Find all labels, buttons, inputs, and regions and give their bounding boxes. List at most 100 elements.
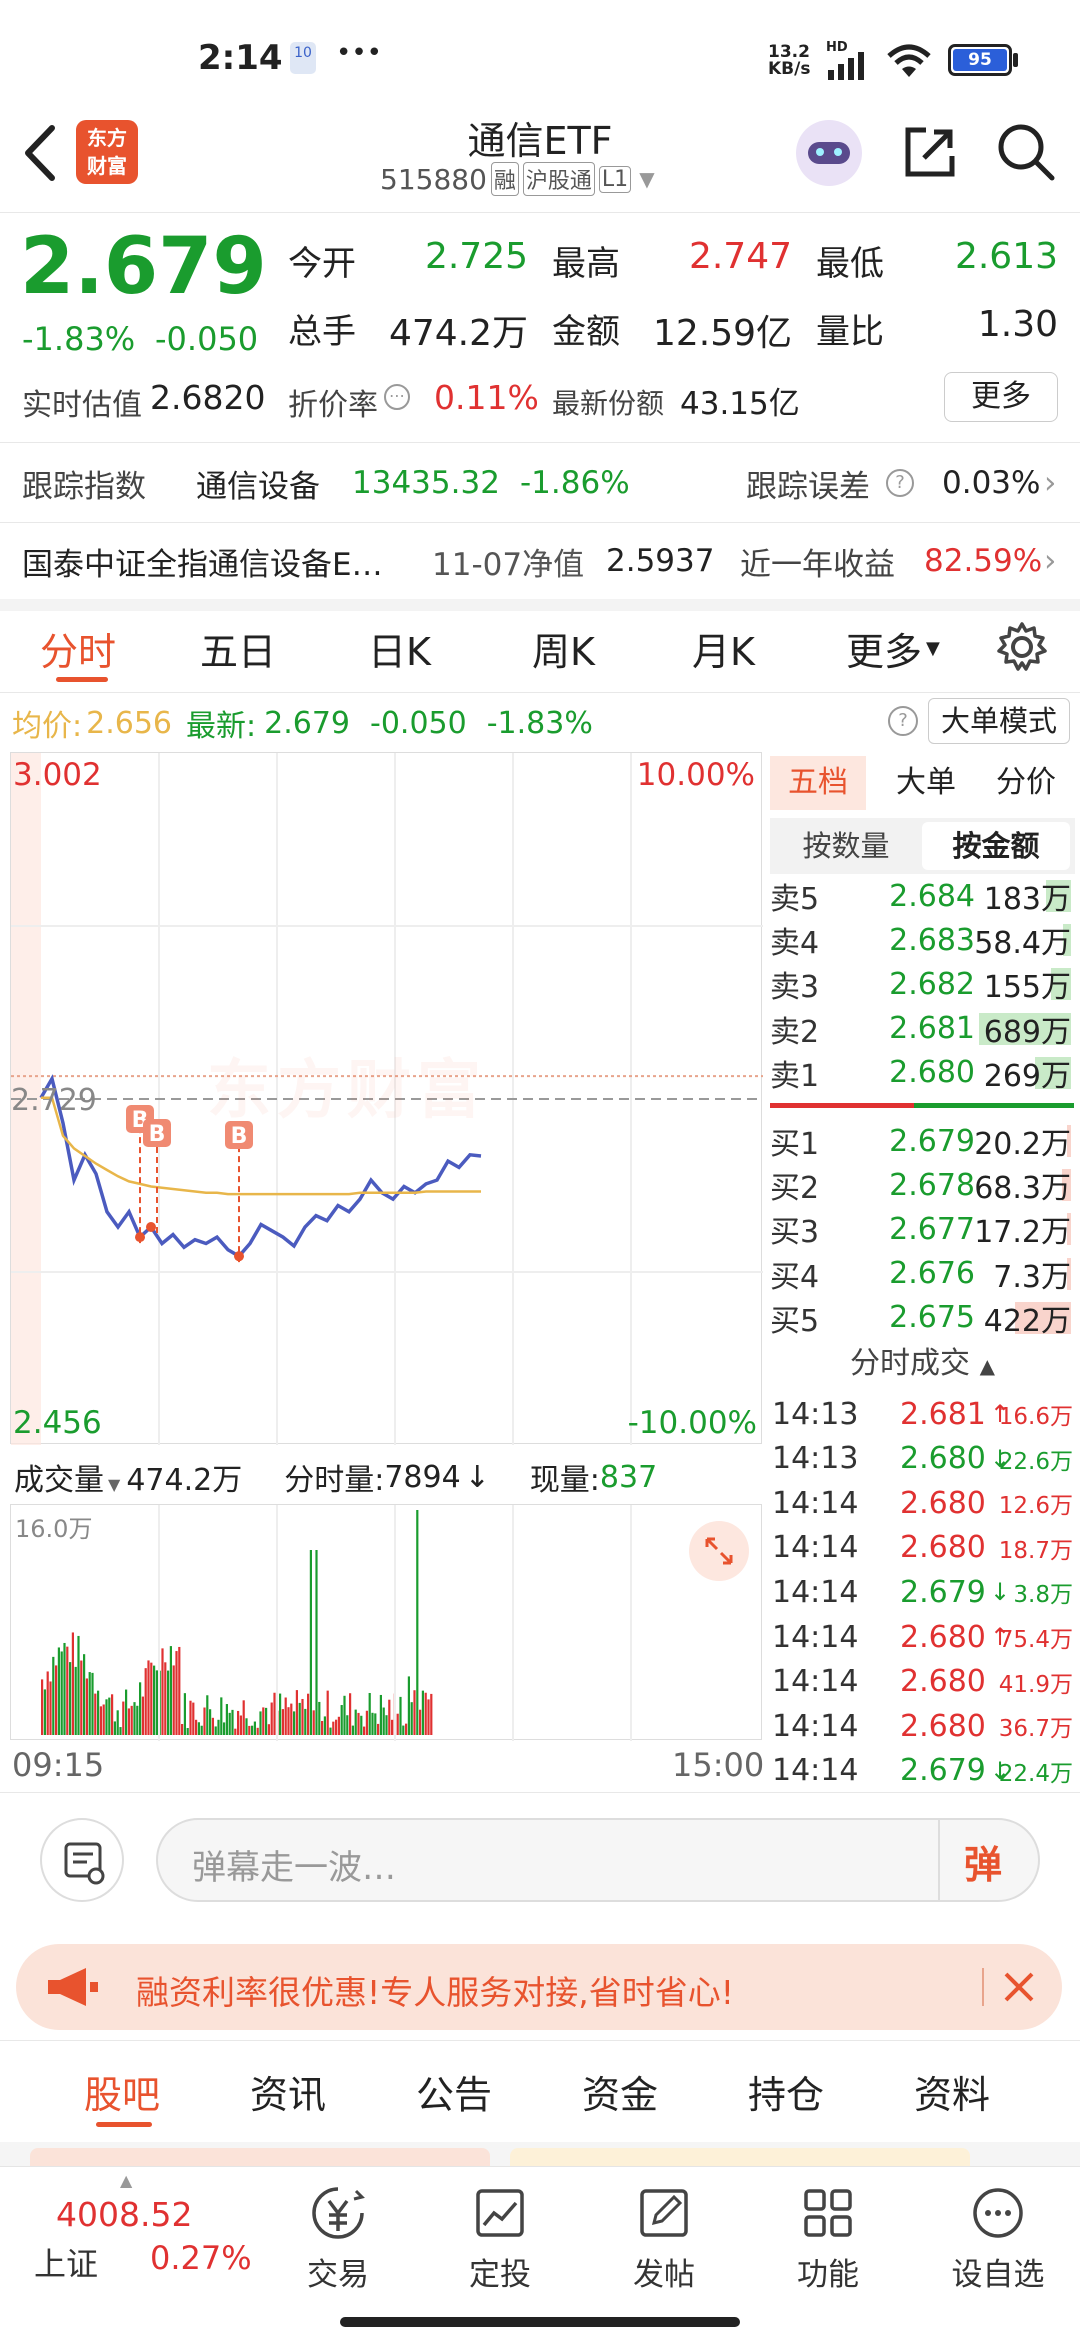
tab-order-book[interactable]: 五档: [770, 756, 866, 810]
tab-holdings[interactable]: 持仓: [748, 2064, 824, 2119]
avg-price: 2.656: [86, 705, 172, 741]
ask-row[interactable]: 卖4 2.683 58.4万: [770, 918, 1075, 962]
chevron-left-icon[interactable]: [18, 122, 62, 184]
volume-bar: [281, 1709, 284, 1735]
comment-input[interactable]: 弹幕走一波… 弹: [156, 1818, 1040, 1902]
tab-news[interactable]: 资讯: [250, 2064, 326, 2119]
trade-time: 14:14: [772, 1530, 859, 1566]
search-icon[interactable]: [996, 122, 1056, 182]
volume-bar: [164, 1662, 167, 1735]
volume-chart[interactable]: 16.0万: [10, 1504, 762, 1741]
nav-post[interactable]: 发帖: [616, 2185, 712, 2294]
bid-row[interactable]: 买5 2.675 422万: [770, 1296, 1075, 1340]
tab-weekly-k[interactable]: 周K: [532, 621, 595, 676]
premium-label: 折价率: [288, 388, 378, 423]
volume-bar: [203, 1707, 206, 1735]
tab-price-distribution[interactable]: 分价: [978, 756, 1074, 810]
tab-announcements[interactable]: 公告: [416, 2064, 492, 2119]
bid-row[interactable]: 买3 2.677 17.2万: [770, 1207, 1075, 1251]
trades-title[interactable]: 分时成交 ▲: [770, 1340, 1075, 1388]
fund-info-row[interactable]: 国泰中证全指通信设备E… 11-07净值 2.5937 近一年收益 82.59%…: [0, 523, 1080, 599]
volume-bar: [175, 1651, 178, 1735]
tab-big-orders[interactable]: 大单: [878, 756, 974, 810]
volume-bar: [211, 1717, 214, 1735]
close-icon[interactable]: [1000, 1968, 1038, 2006]
volume-bar: [234, 1728, 237, 1735]
trade-time: 14:14: [772, 1664, 859, 1700]
trade-volume: 16.6万: [998, 1404, 1073, 1430]
volume-bar: [144, 1668, 147, 1735]
tab-forum[interactable]: 股吧: [84, 2064, 160, 2119]
volume-bar: [102, 1704, 105, 1735]
intraday-chart[interactable]: BBB 3.002 10.00% 2.729 2.456 -10.00% 东方财…: [10, 752, 763, 1445]
trade-time: 14:14: [772, 1619, 859, 1655]
battery-tip: [1013, 53, 1018, 67]
ask-row[interactable]: 卖3 2.682 155万: [770, 962, 1075, 1006]
volume-bar: [197, 1722, 200, 1735]
tracking-index-row[interactable]: 跟踪指数 通信设备 13435.32 -1.86% 跟踪误差 ? 0.03% ›: [0, 443, 1080, 523]
volume-selector[interactable]: 成交量 ▼: [14, 1455, 120, 1499]
volume-bar: [377, 1723, 380, 1735]
help-icon[interactable]: ?: [886, 469, 914, 497]
tab-by-amount[interactable]: 按金额: [922, 822, 1070, 870]
ratio-label: 量比: [816, 312, 884, 352]
bid-row[interactable]: 买2 2.678 68.3万: [770, 1163, 1075, 1207]
trade-time: 14:14: [772, 1753, 859, 1789]
level-price: 2.681: [889, 1011, 975, 1047]
tab-profile[interactable]: 资料: [914, 2064, 990, 2119]
volume-bar: [407, 1676, 410, 1735]
nav-add-watchlist[interactable]: 设自选: [940, 2185, 1056, 2294]
level-price: 2.675: [889, 1300, 975, 1336]
comment-list-icon[interactable]: [40, 1818, 124, 1902]
help-icon[interactable]: ?: [888, 706, 918, 736]
tab-monthly-k[interactable]: 月K: [692, 621, 755, 676]
volume-bar: [41, 1679, 44, 1735]
ask-row[interactable]: 卖5 2.684 183万: [770, 874, 1075, 918]
year-return-value: 82.59%: [924, 543, 1043, 579]
assistant-avatar[interactable]: [796, 120, 862, 186]
nav-functions[interactable]: 功能: [780, 2185, 876, 2294]
volume-bar: [357, 1712, 360, 1735]
volume-bar: [391, 1719, 394, 1735]
nav-trade[interactable]: 交易: [290, 2185, 386, 2294]
volume-bar: [71, 1632, 74, 1735]
volume-bar: [349, 1693, 352, 1735]
big-order-mode-button[interactable]: 大单模式: [928, 698, 1070, 744]
volume-bar: [183, 1693, 186, 1735]
open-label: 今开: [288, 244, 356, 284]
volume-bar: [161, 1648, 164, 1735]
tab-more[interactable]: 更多 ▼: [846, 621, 940, 676]
ask-row[interactable]: 卖1 2.680 269万: [770, 1051, 1075, 1095]
tab-intraday[interactable]: 分时: [40, 621, 116, 676]
danmaku-send-button[interactable]: 弹: [964, 1834, 1002, 1889]
gear-icon[interactable]: [996, 621, 1048, 673]
volume-bar: [421, 1690, 424, 1735]
volume-bar: [416, 1510, 419, 1735]
ask-row[interactable]: 卖2 2.681 689万: [770, 1007, 1075, 1051]
volume-bar: [60, 1651, 63, 1735]
tab-by-quantity[interactable]: 按数量: [780, 822, 912, 870]
volume-bar: [66, 1646, 69, 1735]
volume-bar: [379, 1694, 382, 1735]
bid-row[interactable]: 买4 2.676 7.3万: [770, 1252, 1075, 1296]
trade-price: 2.681: [900, 1396, 986, 1432]
share-icon[interactable]: [902, 124, 958, 180]
chevron-down-icon[interactable]: ▼: [639, 167, 654, 191]
promo-banner[interactable]: 融资利率很优惠!专人服务对接,省时省心!: [16, 1944, 1062, 2030]
nav-invest-plan[interactable]: 定投: [452, 2185, 548, 2294]
volume-bar: [368, 1692, 371, 1735]
tab-capital[interactable]: 资金: [582, 2064, 658, 2119]
volume-bar: [223, 1722, 226, 1735]
tab-five-day[interactable]: 五日: [200, 621, 276, 676]
volume-scale: 16.0万: [15, 1515, 93, 1543]
app-logo: 东方 财富: [76, 120, 138, 184]
bid-row[interactable]: 买1 2.679 20.2万: [770, 1119, 1075, 1163]
index-value[interactable]: 4008.52: [56, 2195, 192, 2234]
expand-icon[interactable]: [689, 1521, 749, 1581]
volume-bar: [214, 1726, 217, 1735]
volume-bar: [239, 1715, 242, 1735]
more-button[interactable]: 更多: [944, 372, 1058, 422]
volume-bar: [301, 1698, 304, 1735]
tab-daily-k[interactable]: 日K: [368, 621, 431, 676]
info-icon[interactable]: ⋯: [384, 384, 410, 410]
